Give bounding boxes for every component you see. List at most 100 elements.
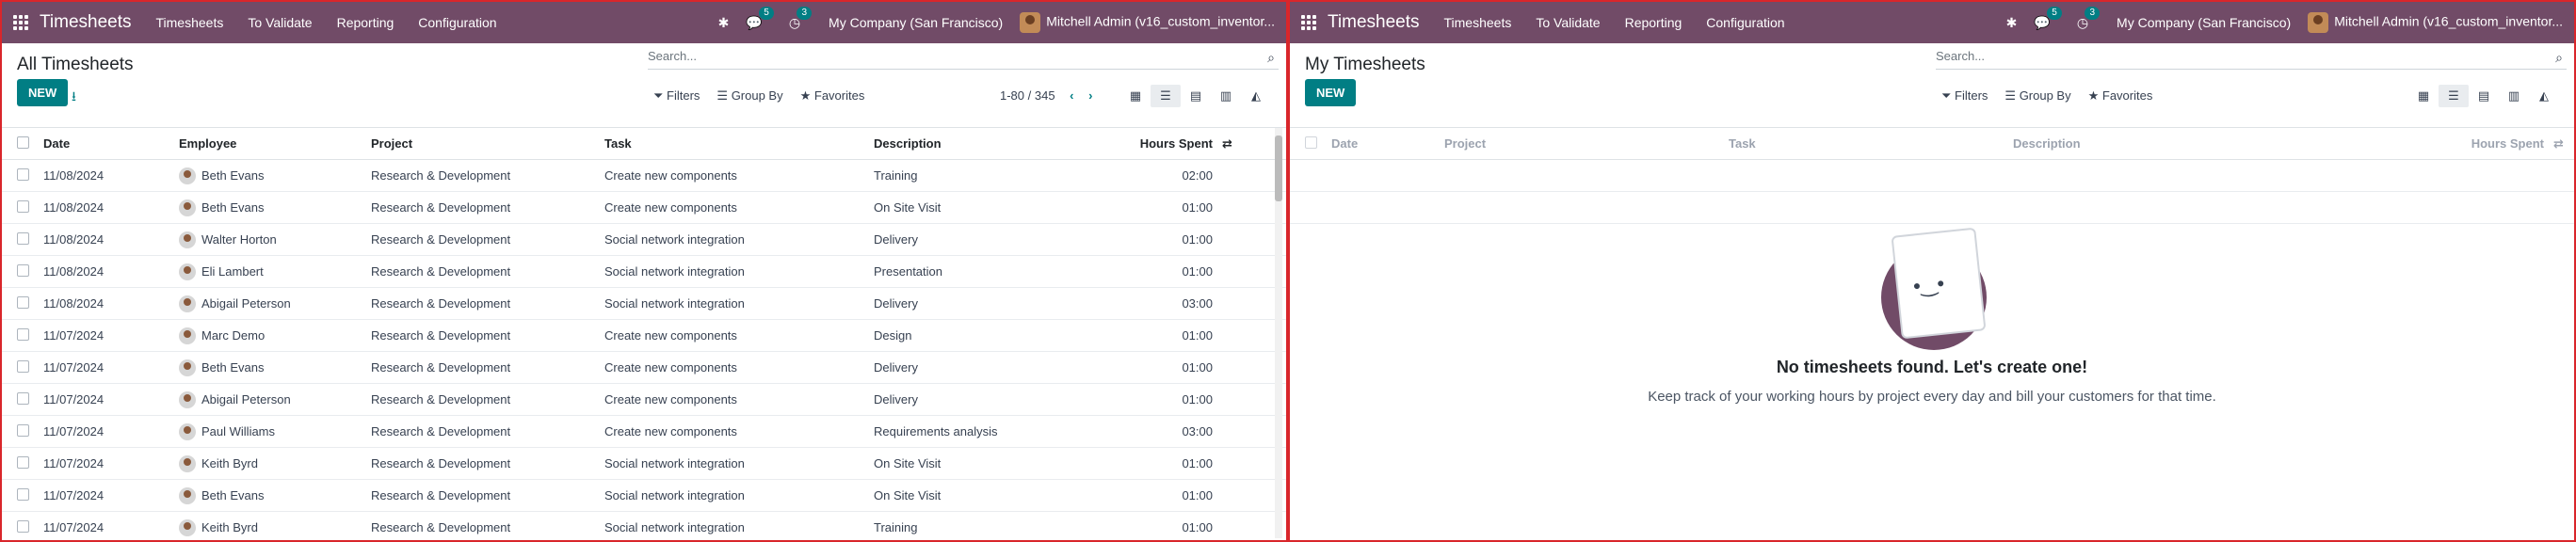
cell-date[interactable]: 11/07/2024 xyxy=(40,520,179,534)
filters-button[interactable]: ⏷ Filters xyxy=(653,88,700,104)
row-checkbox[interactable] xyxy=(17,199,29,213)
cell-task[interactable]: Create new components xyxy=(604,424,874,438)
cell-date[interactable]: 11/07/2024 xyxy=(40,488,179,502)
menu-to-validate[interactable]: To Validate xyxy=(1536,15,1600,30)
table-row[interactable]: 11/07/2024 Keith Byrd Research & Developme… xyxy=(2,448,1286,480)
cell-description[interactable]: On Site Visit xyxy=(874,488,1081,502)
col-task[interactable]: Task xyxy=(604,136,874,151)
chat-icon[interactable]: 💬 5 xyxy=(746,6,774,31)
cell-description[interactable]: Training xyxy=(874,520,1081,534)
cell-employee[interactable]: Abigail Peterson xyxy=(179,295,371,312)
cell-description[interactable]: Delivery xyxy=(874,360,1081,375)
menu-timesheets[interactable]: Timesheets xyxy=(156,15,224,30)
table-row[interactable]: 11/08/2024 Abigail Peterson Research & Dev… xyxy=(2,288,1286,320)
cell-description[interactable]: Delivery xyxy=(874,392,1081,406)
app-brand[interactable]: Timesheets xyxy=(1328,12,1420,33)
kanban-view-icon[interactable]: ▦ xyxy=(1120,85,1151,107)
menu-timesheets[interactable]: Timesheets xyxy=(1444,15,1512,30)
menu-configuration[interactable]: Configuration xyxy=(418,15,496,30)
col-description[interactable]: Description xyxy=(874,136,1081,151)
cell-task[interactable]: Create new components xyxy=(604,200,874,215)
row-checkbox[interactable] xyxy=(17,391,29,405)
cell-employee[interactable]: Beth Evans xyxy=(179,167,371,184)
bug-icon[interactable]: ✱ xyxy=(2006,15,2018,31)
cell-task[interactable]: Create new components xyxy=(604,328,874,343)
cell-employee[interactable]: Keith Byrd xyxy=(179,454,371,472)
user-menu[interactable]: Mitchell Admin (v16_custom_inventor... xyxy=(1020,12,1275,33)
row-checkbox[interactable] xyxy=(17,423,29,437)
cell-project[interactable]: Research & Development xyxy=(371,360,604,375)
col-description[interactable]: Description xyxy=(2013,136,2258,151)
cell-task[interactable]: Create new components xyxy=(604,168,874,183)
list-view-icon[interactable]: ☰ xyxy=(1151,85,1181,107)
table-row[interactable]: 11/07/2024 Beth Evans Research & Developme… xyxy=(2,480,1286,512)
cell-project[interactable]: Research & Development xyxy=(371,264,604,279)
search-input[interactable]: Search... ⌕ xyxy=(648,49,1279,70)
table-row[interactable]: 11/08/2024 Walter Horton Research & Develo… xyxy=(2,224,1286,256)
optional-columns-icon[interactable]: ⇄ xyxy=(2544,136,2572,151)
col-hours[interactable]: Hours Spent xyxy=(2258,136,2544,151)
cell-hours[interactable]: 03:00 xyxy=(1081,424,1213,438)
table-row[interactable]: 11/07/2024 Marc Demo Research & Developmen… xyxy=(2,320,1286,352)
cell-hours[interactable]: 01:00 xyxy=(1081,360,1213,375)
col-date[interactable]: Date xyxy=(40,136,179,151)
pivot-view-icon[interactable]: ▥ xyxy=(2499,85,2529,107)
cell-task[interactable]: Social network integration xyxy=(604,488,874,502)
apps-grid-icon[interactable] xyxy=(1301,15,1316,30)
row-checkbox[interactable] xyxy=(17,295,29,309)
grid-view-icon[interactable]: ▤ xyxy=(2469,85,2499,107)
kanban-view-icon[interactable]: ▦ xyxy=(2408,85,2439,107)
row-checkbox[interactable] xyxy=(17,167,29,181)
cell-employee[interactable]: Marc Demo xyxy=(179,327,371,344)
row-checkbox[interactable] xyxy=(17,327,29,341)
company-switcher[interactable]: My Company (San Francisco) xyxy=(2117,15,2291,30)
list-view-icon[interactable]: ☰ xyxy=(2439,85,2469,107)
cell-description[interactable]: Design xyxy=(874,328,1081,343)
cell-description[interactable]: Requirements analysis xyxy=(874,424,1081,438)
cell-description[interactable]: On Site Visit xyxy=(874,200,1081,215)
company-switcher[interactable]: My Company (San Francisco) xyxy=(829,15,1003,30)
cell-hours[interactable]: 01:00 xyxy=(1081,392,1213,406)
cell-employee[interactable]: Eli Lambert xyxy=(179,263,371,280)
cell-employee[interactable]: Beth Evans xyxy=(179,486,371,504)
cell-date[interactable]: 11/08/2024 xyxy=(40,264,179,279)
cell-project[interactable]: Research & Development xyxy=(371,200,604,215)
row-checkbox[interactable] xyxy=(17,359,29,373)
table-row[interactable]: 11/07/2024 Abigail Peterson Research & Dev… xyxy=(2,384,1286,416)
grid-view-icon[interactable]: ▤ xyxy=(1181,85,1211,107)
menu-configuration[interactable]: Configuration xyxy=(1706,15,1784,30)
select-all-checkbox[interactable] xyxy=(17,136,29,149)
cell-description[interactable]: Delivery xyxy=(874,296,1081,311)
table-row[interactable]: 11/08/2024 Beth Evans Research & Developme… xyxy=(2,160,1286,192)
cell-date[interactable]: 11/07/2024 xyxy=(40,392,179,406)
table-row[interactable]: 11/07/2024 Keith Byrd Research & Developme… xyxy=(2,512,1286,540)
menu-to-validate[interactable]: To Validate xyxy=(248,15,312,30)
table-row[interactable]: 11/07/2024 Beth Evans Research & Developme… xyxy=(2,352,1286,384)
cell-date[interactable]: 11/07/2024 xyxy=(40,360,179,375)
cell-project[interactable]: Research & Development xyxy=(371,168,604,183)
bug-icon[interactable]: ✱ xyxy=(718,15,730,31)
graph-view-icon[interactable]: ◭ xyxy=(1241,85,1271,107)
cell-hours[interactable]: 01:00 xyxy=(1081,232,1213,247)
cell-hours[interactable]: 01:00 xyxy=(1081,264,1213,279)
activity-clock-icon[interactable]: ◷ 3 xyxy=(789,6,813,31)
cell-hours[interactable]: 01:00 xyxy=(1081,200,1213,215)
download-icon[interactable]: ⭳ xyxy=(72,87,76,109)
cell-date[interactable]: 11/08/2024 xyxy=(40,200,179,215)
cell-description[interactable]: Training xyxy=(874,168,1081,183)
cell-employee[interactable]: Abigail Peterson xyxy=(179,391,371,408)
apps-grid-icon[interactable] xyxy=(13,15,28,30)
search-input[interactable]: Search... ⌕ xyxy=(1936,49,2567,70)
col-project[interactable]: Project xyxy=(1444,136,1729,151)
cell-date[interactable]: 11/08/2024 xyxy=(40,296,179,311)
cell-task[interactable]: Social network integration xyxy=(604,264,874,279)
cell-task[interactable]: Social network integration xyxy=(604,456,874,470)
cell-hours[interactable]: 03:00 xyxy=(1081,296,1213,311)
cell-description[interactable]: Presentation xyxy=(874,264,1081,279)
chat-icon[interactable]: 💬 5 xyxy=(2034,6,2062,31)
cell-hours[interactable]: 01:00 xyxy=(1081,488,1213,502)
cell-task[interactable]: Social network integration xyxy=(604,296,874,311)
cell-hours[interactable]: 01:00 xyxy=(1081,328,1213,343)
cell-project[interactable]: Research & Development xyxy=(371,232,604,247)
cell-task[interactable]: Social network integration xyxy=(604,520,874,534)
